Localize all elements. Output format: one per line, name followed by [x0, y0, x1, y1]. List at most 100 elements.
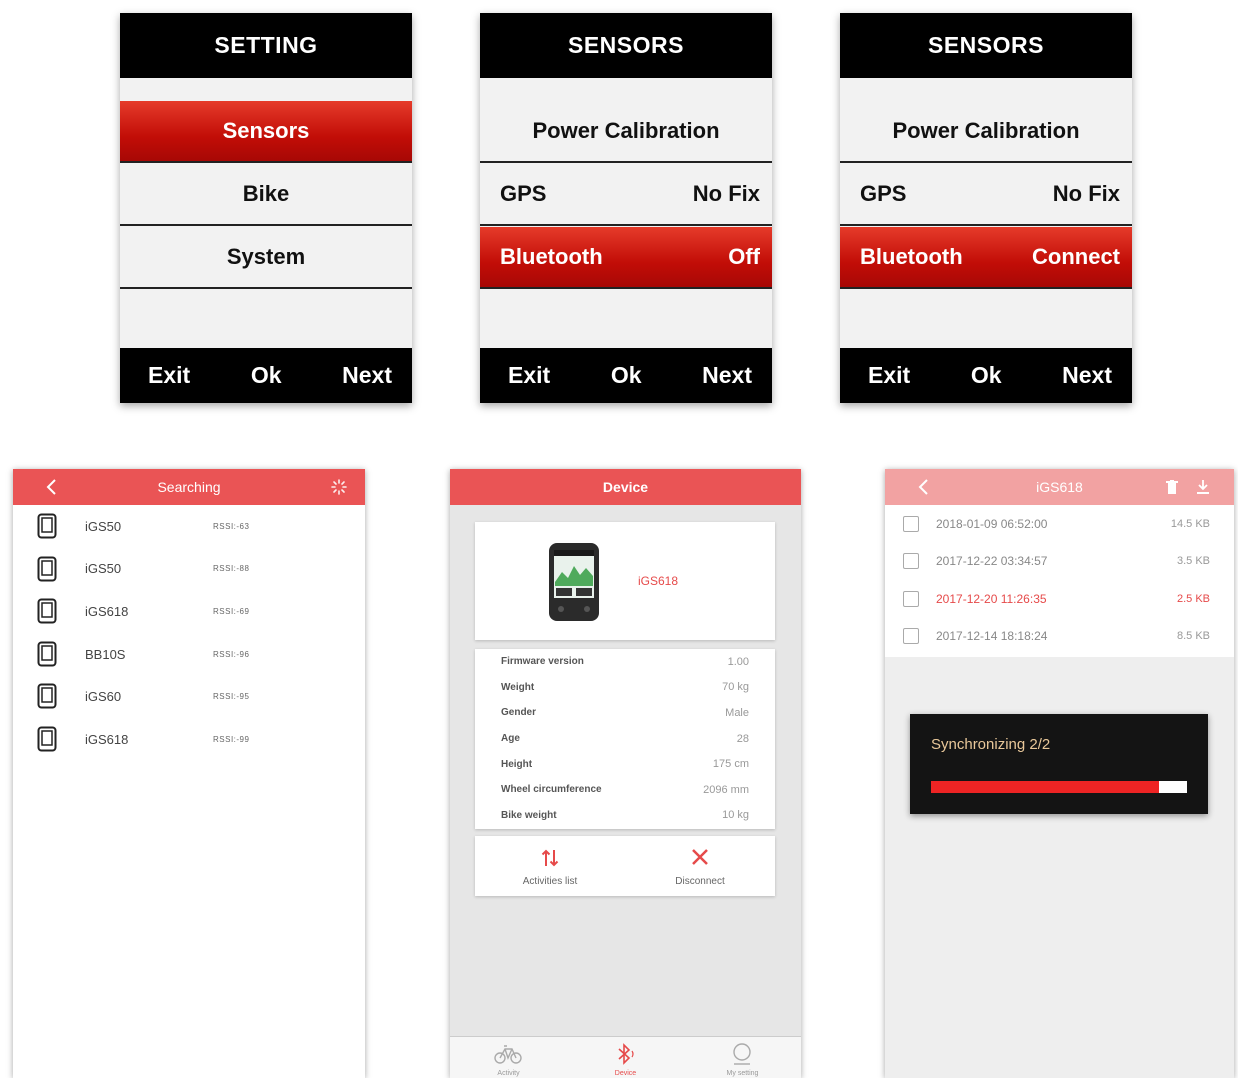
menu-item-label: System [226, 244, 306, 269]
device-list-item[interactable]: iGS50 RSSI:-88 [13, 548, 365, 591]
info-label: Height [501, 758, 533, 770]
trash-icon[interactable] [1166, 480, 1178, 498]
menu-item-label: GPS [500, 181, 547, 206]
device-rssi: RSSI:-99 [213, 734, 250, 744]
disconnect-button[interactable]: Disconnect [625, 836, 775, 896]
exit-softkey[interactable]: Exit [868, 362, 910, 389]
softkey-bar: Exit Ok Next [480, 348, 772, 403]
next-softkey[interactable]: Next [342, 362, 392, 389]
device-icon [37, 513, 57, 544]
sync-progress-fill [931, 781, 1159, 793]
ok-softkey[interactable]: Ok [611, 362, 642, 389]
menu-item-label: GPS [860, 181, 907, 206]
nav-title: iGS618 [1036, 479, 1083, 495]
device-icon [37, 683, 57, 714]
ok-softkey[interactable]: Ok [251, 362, 282, 389]
action-label: Disconnect [675, 876, 725, 887]
menu-item-bluetooth[interactable]: Bluetooth Off [480, 227, 772, 289]
device-rssi: RSSI:-95 [213, 692, 250, 702]
menu-item-bluetooth[interactable]: Bluetooth Connect [840, 227, 1132, 289]
activity-checkbox[interactable] [903, 628, 919, 645]
menu-item-gps[interactable]: GPS No Fix [840, 164, 1132, 226]
info-row-firmware: Firmware version 1.00 [475, 649, 775, 675]
device-list-item[interactable]: iGS618 RSSI:-99 [13, 718, 365, 761]
menu-item-sensors[interactable]: Sensors [120, 101, 412, 163]
next-softkey[interactable]: Next [1062, 362, 1112, 389]
ok-softkey[interactable]: Ok [971, 362, 1002, 389]
info-row-age: Age 28 [475, 726, 775, 752]
menu-item-label: Power Calibration [532, 118, 720, 143]
softkey-bar: Exit Ok Next [840, 348, 1132, 403]
device-screen-sensors-off: SENSORS Power Calibration GPS No Fix Blu… [480, 13, 772, 403]
device-icon [37, 556, 57, 587]
menu-item-value: Off [728, 244, 760, 269]
device-rssi: RSSI:-69 [213, 606, 250, 616]
info-row-height: Height 175 cm [475, 751, 775, 777]
bike-computer-image [548, 542, 600, 627]
phone-device-screen: Device iGS618 Firmware version 1.00 Weig… [450, 469, 801, 1078]
bottom-tab-bar: Activity Device My setting [450, 1036, 801, 1078]
info-value: 1.00 [727, 655, 749, 668]
device-summary-card: iGS618 [475, 522, 775, 640]
activity-checkbox[interactable] [903, 553, 919, 570]
menu-item-value: Connect [1032, 244, 1120, 269]
next-softkey[interactable]: Next [702, 362, 752, 389]
activity-size: 8.5 KB [1176, 630, 1210, 643]
device-icon [37, 726, 57, 757]
device-name: iGS60 [85, 689, 122, 705]
close-icon [691, 848, 709, 871]
device-icon [37, 641, 57, 672]
device-list-item[interactable]: iGS618 RSSI:-69 [13, 590, 365, 633]
activities-list-button[interactable]: Activities list [475, 836, 625, 896]
device-screen-sensors-connect: SENSORS Power Calibration GPS No Fix Blu… [840, 13, 1132, 403]
activity-checkbox[interactable] [903, 590, 919, 607]
download-icon[interactable] [1196, 479, 1210, 498]
info-row-weight: Weight 70 kg [475, 675, 775, 701]
back-icon[interactable] [911, 475, 935, 499]
bicycle-icon [494, 1043, 522, 1070]
info-row-wheel-circumference: Wheel circumference 2096 mm [475, 777, 775, 803]
device-list-item[interactable]: iGS60 RSSI:-95 [13, 675, 365, 718]
user-icon [731, 1042, 753, 1071]
info-row-bike-weight: Bike weight 10 kg [475, 803, 775, 829]
device-rssi: RSSI:-88 [213, 564, 250, 574]
tab-activity[interactable]: Activity [450, 1037, 567, 1078]
menu-item-gps[interactable]: GPS No Fix [480, 164, 772, 226]
activity-row[interactable]: 2017-12-20 11:26:35 2.5 KB [885, 580, 1234, 618]
tab-settings[interactable]: My setting [684, 1037, 801, 1078]
info-label: Firmware version [501, 656, 584, 668]
nav-bar: iGS618 [885, 469, 1234, 505]
activity-checkbox[interactable] [903, 515, 919, 532]
menu-item-label: Bike [242, 181, 290, 206]
activity-row[interactable]: 2017-12-14 18:18:24 8.5 KB [885, 618, 1234, 656]
device-rssi: RSSI:-96 [213, 649, 250, 659]
menu-item-value: No Fix [1052, 181, 1120, 206]
menu-item-system[interactable]: System [120, 227, 412, 289]
nav-title: Device [602, 479, 649, 495]
activity-row[interactable]: 2018-01-09 06:52:00 14.5 KB [885, 505, 1234, 543]
info-label: Age [501, 733, 520, 745]
menu-item-power-calibration[interactable]: Power Calibration [480, 101, 772, 163]
device-name: iGS50 [85, 561, 122, 577]
info-value: Male [725, 706, 749, 719]
action-label: Activities list [522, 876, 578, 887]
sync-dialog: Synchronizing 2/2 [910, 714, 1208, 814]
bluetooth-icon [615, 1042, 637, 1071]
exit-softkey[interactable]: Exit [148, 362, 190, 389]
exit-softkey[interactable]: Exit [508, 362, 550, 389]
menu-item-bike[interactable]: Bike [120, 164, 412, 226]
back-icon[interactable] [39, 475, 63, 499]
menu-item-label: Bluetooth [860, 244, 963, 269]
menu-item-value: No Fix [692, 181, 760, 206]
device-name: BB10S [85, 646, 126, 662]
tab-device[interactable]: Device [567, 1037, 684, 1078]
activity-row[interactable]: 2017-12-22 03:34:57 3.5 KB [885, 543, 1234, 581]
device-icon [37, 598, 57, 629]
loading-spinner-icon [331, 479, 347, 498]
menu-item-power-calibration[interactable]: Power Calibration [840, 101, 1132, 163]
device-list-item[interactable]: BB10S RSSI:-96 [13, 633, 365, 676]
nav-title: Searching [157, 479, 221, 495]
info-label: Weight [501, 681, 535, 693]
device-list-item[interactable]: iGS50 RSSI:-63 [13, 505, 365, 548]
activity-size: 2.5 KB [1176, 592, 1210, 605]
